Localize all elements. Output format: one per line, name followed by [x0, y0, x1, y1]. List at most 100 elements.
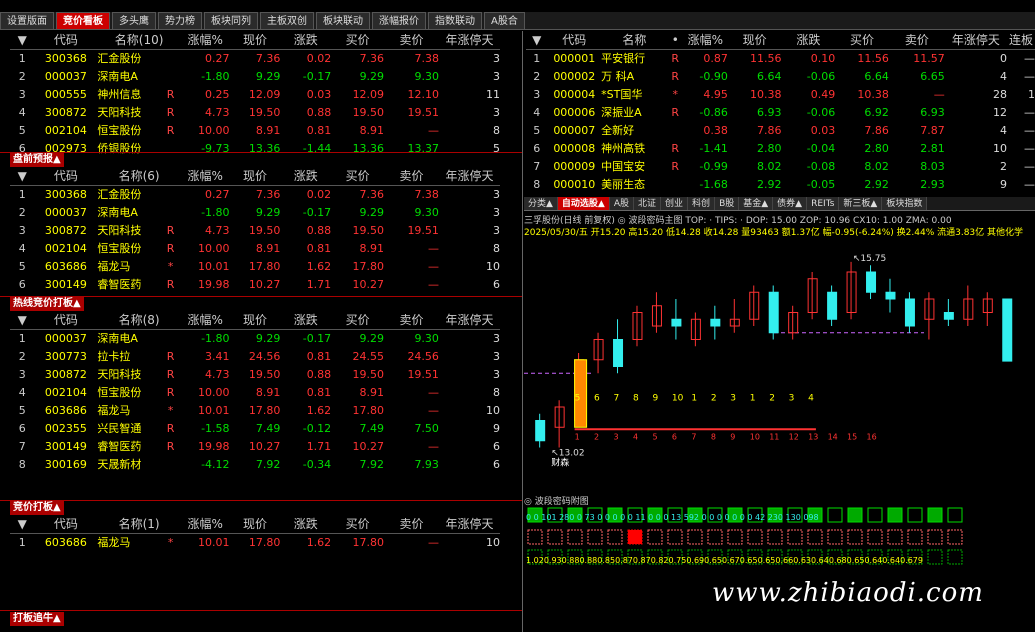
chart-tab-6[interactable]: B股	[715, 197, 740, 210]
column-header[interactable]: 年涨停天	[438, 31, 500, 50]
chart-tab-0[interactable]: 分类▲	[524, 197, 558, 210]
column-header[interactable]: 代码	[34, 167, 98, 186]
column-header[interactable]: 名称(8)	[97, 311, 181, 330]
column-header[interactable]: 年涨停天	[438, 515, 500, 534]
column-header[interactable]: 连板	[1007, 31, 1035, 50]
table-row[interactable]: 2 300773 拉卡拉 R 3.41 24.56 0.81 24.55 24.…	[10, 348, 500, 366]
table-row[interactable]: 2 000002 万 科A R -0.90 6.64 -0.06 6.64 6.…	[526, 68, 1035, 86]
table-row[interactable]: 4 002104 恒宝股份 R 10.00 8.91 0.81 8.91 — 8	[10, 384, 500, 402]
column-header[interactable]: 现价	[229, 311, 281, 330]
column-header[interactable]: 名称(10)	[97, 31, 181, 50]
table-row[interactable]: 6 300149 睿智医药 R 19.98 10.27 1.71 10.27 —…	[10, 276, 500, 294]
section-title-hot-bid[interactable]: 热线竞价打板▲	[10, 297, 84, 311]
table-row[interactable]: 1 000037 深南电A -1.80 9.29 -0.17 9.29 9.30…	[10, 330, 500, 349]
table-row[interactable]: 1 300368 汇金股份 0.27 7.36 0.02 7.36 7.38 3	[10, 50, 500, 69]
column-header[interactable]: 代码	[547, 31, 602, 50]
table-row[interactable]: 3 300872 天阳科技 R 4.73 19.50 0.88 19.50 19…	[10, 366, 500, 384]
column-header[interactable]: 涨跌	[280, 167, 332, 186]
chart-tab-4[interactable]: 创业	[661, 197, 689, 210]
chart-tab-11[interactable]: 板块指数	[882, 197, 928, 210]
top-tab-3[interactable]: 势力榜	[158, 12, 202, 29]
table-row[interactable]: 3 000004 *ST国华 * 4.95 10.38 0.49 10.38 —…	[526, 86, 1035, 104]
section-title-preopen[interactable]: 盘前预报▲	[10, 153, 64, 167]
table-row[interactable]: 8 300169 天晟新材 -4.12 7.92 -0.34 7.92 7.93…	[10, 456, 500, 474]
table-row[interactable]: 5 603686 福龙马 * 10.01 17.80 1.62 17.80 — …	[10, 258, 500, 276]
column-header[interactable]: 买价	[331, 515, 385, 534]
chart-tab-2[interactable]: A股	[609, 197, 635, 210]
column-header[interactable]: 代码	[34, 311, 98, 330]
column-header[interactable]: 涨幅%	[682, 31, 728, 50]
column-header[interactable]: 卖价	[384, 167, 439, 186]
top-tab-4[interactable]: 板块同列	[204, 12, 258, 29]
table-row[interactable]: 3 000555 神州信息 R 0.25 12.09 0.03 12.09 12…	[10, 86, 500, 104]
column-header[interactable]: 名称	[601, 31, 668, 50]
table-row[interactable]: 1 603686 福龙马 * 10.01 17.80 1.62 17.80 — …	[10, 534, 500, 553]
column-header[interactable]: 买价	[331, 31, 385, 50]
column-header[interactable]: •	[667, 31, 683, 50]
table-row[interactable]: 1 300368 汇金股份 0.27 7.36 0.02 7.36 7.38 3	[10, 186, 500, 205]
column-header[interactable]: 涨跌	[280, 31, 332, 50]
chart-tab-5[interactable]: 科创	[688, 197, 716, 210]
column-header[interactable]: 涨幅%	[180, 31, 230, 50]
sub-indicator-chart[interactable]: 0 0 101 280 0 73 0 0 0 0 0 11 0 0 0 13 5…	[524, 506, 1030, 572]
table-row[interactable]: 2 000037 深南电A -1.80 9.29 -0.17 9.29 9.30…	[10, 204, 500, 222]
table-row[interactable]: 4 002104 恒宝股份 R 10.00 8.91 0.81 8.91 — 8	[10, 240, 500, 258]
column-header[interactable]: 现价	[229, 167, 281, 186]
top-tab-9[interactable]: A股合	[484, 12, 525, 29]
column-header[interactable]: 买价	[331, 311, 385, 330]
section-title-bid-board[interactable]: 竞价打板▲	[10, 501, 64, 515]
column-header[interactable]: 卖价	[384, 515, 439, 534]
chart-tab-7[interactable]: 基金▲	[739, 197, 774, 210]
table-row[interactable]: 7 000009 中国宝安 R -0.99 8.02 -0.08 8.02 8.…	[526, 158, 1035, 176]
candlestick-chart[interactable]: 5 6 7 8 9 10 1 2 3 1 2 3 41 2 3 4 5 6 7 8 9 10 11 12 13 14 15 16↖15…	[524, 237, 1030, 493]
sort-arrow-icon[interactable]: ▼	[10, 515, 35, 534]
table-row[interactable]: 6 000008 神州高铁 R -1.41 2.80 -0.04 2.80 2.…	[526, 140, 1035, 158]
column-header[interactable]: 卖价	[384, 311, 439, 330]
chart-tab-3[interactable]: 北证	[634, 197, 662, 210]
column-header[interactable]: 涨幅%	[180, 167, 230, 186]
table-row[interactable]: 5 000007 全新好 0.38 7.86 0.03 7.86 7.87 4 …	[526, 122, 1035, 140]
column-header[interactable]: 卖价	[384, 31, 439, 50]
column-header[interactable]: 年涨停天	[438, 311, 500, 330]
column-header[interactable]: 涨跌	[781, 31, 836, 50]
table-row[interactable]: 6 002355 兴民智通 R -1.58 7.49 -0.12 7.49 7.…	[10, 420, 500, 438]
column-header[interactable]: 年涨停天	[944, 31, 1008, 50]
chart-tab-9[interactable]: REITs	[807, 197, 840, 210]
column-header[interactable]: 涨幅%	[180, 515, 230, 534]
sort-arrow-icon[interactable]: ▼	[10, 167, 35, 186]
table-row[interactable]: 7 300149 睿智医药 R 19.98 10.27 1.71 10.27 —…	[10, 438, 500, 456]
table-row[interactable]: 1 000001 平安银行 R 0.87 11.56 0.10 11.56 11…	[526, 50, 1035, 69]
column-header[interactable]: 代码	[34, 31, 98, 50]
column-header[interactable]: 现价	[727, 31, 782, 50]
sort-arrow-icon[interactable]: ▼	[526, 31, 548, 50]
chart-tab-1[interactable]: 自动选股▲	[557, 197, 610, 210]
top-tab-1[interactable]: 竞价看板	[56, 12, 110, 29]
top-tab-7[interactable]: 涨幅报价	[372, 12, 426, 29]
chart-tab-8[interactable]: 债券▲	[773, 197, 808, 210]
top-tab-5[interactable]: 主板双创	[260, 12, 314, 29]
column-header[interactable]: 名称(6)	[97, 167, 181, 186]
column-header[interactable]: 买价	[835, 31, 889, 50]
sort-arrow-icon[interactable]: ▼	[10, 311, 35, 330]
column-header[interactable]: 涨跌	[280, 515, 332, 534]
column-header[interactable]: 代码	[34, 515, 98, 534]
top-tab-8[interactable]: 指数联动	[428, 12, 482, 29]
table-row[interactable]: 8 000010 美丽生态 -1.68 2.92 -0.05 2.92 2.93…	[526, 176, 1035, 194]
column-header[interactable]: 卖价	[888, 31, 945, 50]
sort-arrow-icon[interactable]: ▼	[10, 31, 35, 50]
column-header[interactable]: 现价	[229, 515, 281, 534]
top-tab-6[interactable]: 板块联动	[316, 12, 370, 29]
table-row[interactable]: 4 300872 天阳科技 R 4.73 19.50 0.88 19.50 19…	[10, 104, 500, 122]
column-header[interactable]: 现价	[229, 31, 281, 50]
column-header[interactable]: 年涨停天	[438, 167, 500, 186]
top-tab-2[interactable]: 多头鹰	[112, 12, 156, 29]
column-header[interactable]: 涨幅%	[180, 311, 230, 330]
top-tab-0[interactable]: 设置版面	[0, 12, 54, 29]
table-row[interactable]: 3 300872 天阳科技 R 4.73 19.50 0.88 19.50 19…	[10, 222, 500, 240]
table-row[interactable]: 5 002104 恒宝股份 R 10.00 8.91 0.81 8.91 — 8	[10, 122, 500, 140]
column-header[interactable]: 名称(1)	[97, 515, 181, 534]
section-title-chase[interactable]: 打板追牛▲	[10, 612, 64, 626]
chart-tab-10[interactable]: 新三板▲	[839, 197, 883, 210]
table-row[interactable]: 6 002973 侨银股份 -9.73 13.36 -1.44 13.36 13…	[10, 140, 500, 158]
column-header[interactable]: 买价	[331, 167, 385, 186]
